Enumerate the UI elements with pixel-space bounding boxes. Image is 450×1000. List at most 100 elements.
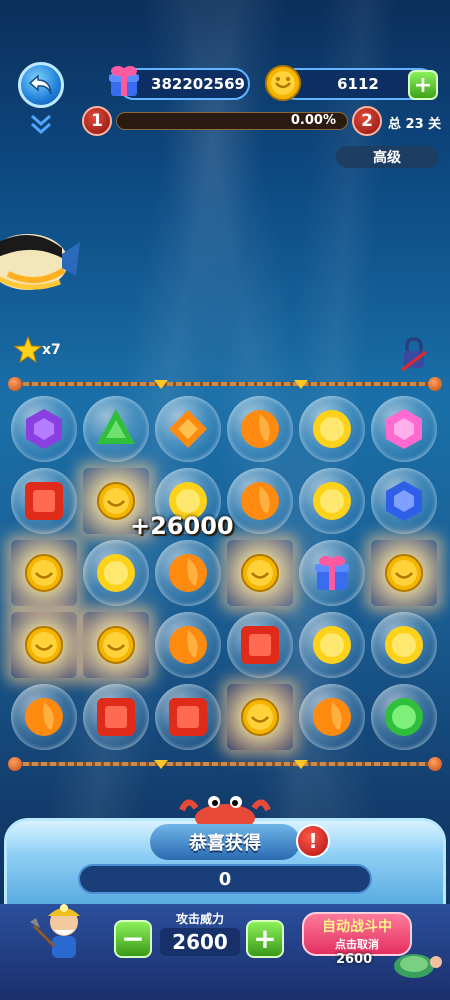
- coin-icon: [97, 626, 135, 664]
- orange-drop-icon: [169, 554, 207, 592]
- orange-drop-icon: [25, 698, 63, 736]
- blue-gem-icon: [386, 481, 422, 521]
- back-arrow-icon: [28, 74, 52, 95]
- lock-toggle-icon[interactable]: [398, 336, 430, 372]
- rope-knob-left: [8, 377, 22, 391]
- board-cell[interactable]: [227, 468, 293, 534]
- board-cell[interactable]: [83, 684, 149, 750]
- board-cell[interactable]: [227, 612, 293, 678]
- coin-icon: [241, 554, 279, 592]
- orange-drop-icon: [241, 482, 279, 520]
- yellow-round-icon: [313, 626, 351, 664]
- drop-marker-left-bottom: [154, 760, 168, 769]
- info-alert-button[interactable]: !: [296, 824, 330, 858]
- board-cell[interactable]: [11, 612, 77, 678]
- red-square-icon: [241, 626, 279, 664]
- board-cell[interactable]: [11, 396, 77, 462]
- board-cell[interactable]: [155, 612, 221, 678]
- attack-power-label: 攻击威力: [175, 912, 224, 926]
- turtle-icon: [394, 954, 442, 978]
- exclamation-icon: !: [308, 829, 318, 853]
- coin-icon: [265, 65, 301, 101]
- current-level-number: 1: [91, 111, 103, 131]
- board-cell[interactable]: [155, 396, 221, 462]
- star-multiplier: x7: [14, 336, 61, 364]
- coin-icon: [241, 698, 279, 736]
- board-cell[interactable]: [83, 612, 149, 678]
- current-level-badge: 1: [82, 106, 112, 136]
- yellow-round-icon: [97, 554, 135, 592]
- board-cell[interactable]: [299, 684, 365, 750]
- red-square-icon: [169, 698, 207, 736]
- rope-knob-right: [428, 377, 442, 391]
- auto-battle-label: 自动战斗中: [322, 919, 392, 935]
- game-board: [8, 396, 442, 752]
- rope-knob-left-bottom: [8, 757, 22, 771]
- drop-marker-left: [154, 380, 168, 389]
- board-cell[interactable]: [83, 396, 149, 462]
- board-cell[interactable]: [371, 540, 437, 606]
- star-multiplier-value: x7: [42, 342, 61, 358]
- red-square-icon: [25, 482, 63, 520]
- orange-diamond-icon: [169, 410, 207, 448]
- drop-marker-right-bottom: [294, 760, 308, 769]
- progress-percent: 0.00%: [290, 113, 336, 128]
- board-cell[interactable]: [299, 468, 365, 534]
- board-cell[interactable]: [227, 684, 293, 750]
- board-cell[interactable]: [299, 540, 365, 606]
- board-cell[interactable]: [11, 684, 77, 750]
- auto-battle-cost: 2600: [336, 952, 373, 967]
- plus-icon: +: [253, 922, 277, 955]
- board-cell[interactable]: [371, 684, 437, 750]
- add-coins-button[interactable]: +: [408, 70, 438, 100]
- back-button[interactable]: [18, 62, 64, 108]
- green-gem-icon: [97, 409, 135, 444]
- board-cell[interactable]: [83, 540, 149, 606]
- chevron-down-icon[interactable]: [28, 112, 54, 138]
- miner-character-icon: [30, 904, 80, 958]
- rope-knob-right-bottom: [428, 757, 442, 771]
- next-level-badge: 2: [352, 106, 382, 136]
- yellow-round-icon: [385, 626, 423, 664]
- bottom-rope: [14, 762, 436, 766]
- board-cell[interactable]: [371, 468, 437, 534]
- coin-icon: [25, 626, 63, 664]
- orange-drop-icon: [241, 410, 279, 448]
- reward-amount: 0: [78, 864, 372, 894]
- increase-attack-button[interactable]: +: [246, 920, 284, 958]
- decrease-attack-button[interactable]: −: [114, 920, 152, 958]
- yellow-round-icon: [313, 482, 351, 520]
- board-cell[interactable]: [155, 684, 221, 750]
- gift-icon: [315, 556, 349, 590]
- gift-box-icon: [109, 66, 139, 96]
- yellow-round-icon: [313, 410, 351, 448]
- coin-icon: [25, 554, 63, 592]
- minus-icon: −: [121, 922, 145, 955]
- drop-marker-right: [294, 380, 308, 389]
- orange-drop-icon: [169, 626, 207, 664]
- plus-icon: +: [413, 72, 433, 98]
- board-cell[interactable]: [11, 540, 77, 606]
- reward-title: 恭喜获得: [150, 824, 300, 860]
- board-cell[interactable]: [371, 396, 437, 462]
- difficulty-badge[interactable]: 高级: [336, 146, 438, 168]
- orange-drop-icon: [313, 698, 351, 736]
- coin-count-value: 6112: [337, 75, 379, 93]
- board-cell[interactable]: [371, 612, 437, 678]
- butterfly-fish-icon: [0, 234, 80, 290]
- star-icon: [14, 336, 42, 364]
- board-cell[interactable]: [227, 396, 293, 462]
- attack-power-value: 2600: [160, 928, 240, 956]
- green-round-icon: [385, 698, 423, 736]
- board-cell[interactable]: [299, 396, 365, 462]
- top-rope: [14, 382, 436, 386]
- purple-gem-icon: [26, 409, 62, 449]
- board-cell[interactable]: [155, 540, 221, 606]
- board-cell[interactable]: [227, 540, 293, 606]
- board-cell[interactable]: [299, 612, 365, 678]
- board-cell[interactable]: [11, 468, 77, 534]
- gift-count-value: 382202569: [151, 75, 245, 93]
- total-levels: 总 23 关: [388, 117, 442, 132]
- pink-gem-icon: [386, 409, 422, 449]
- combo-bonus-text: +26000: [130, 512, 234, 540]
